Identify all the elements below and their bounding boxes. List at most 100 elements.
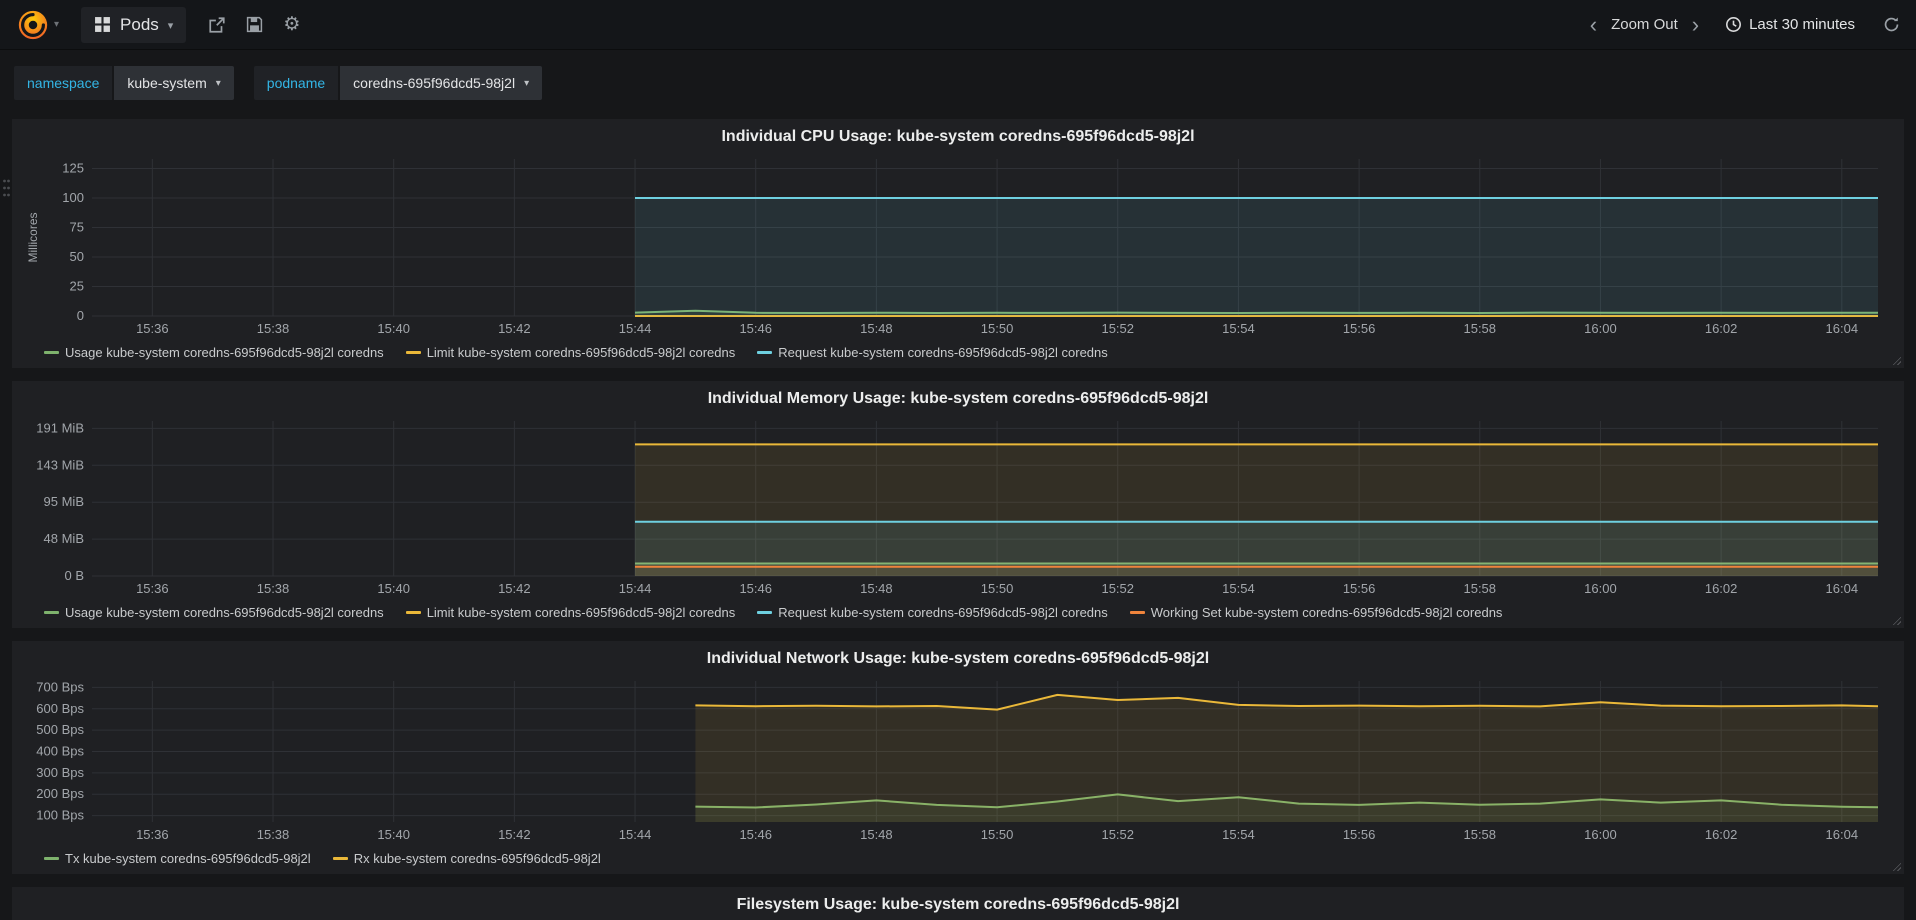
- dashboard-body: namespace kube-system ▾ podname coredns-…: [0, 50, 1916, 920]
- svg-text:15:48: 15:48: [860, 321, 893, 336]
- cpu-usage-chart[interactable]: 15:36 15:38 15:40 15:42 15:44 15:46 15:48 15:50…: [22, 151, 1894, 340]
- legend-item[interactable]: Limit kube-system coredns-695f96dcd5-98j…: [405, 604, 736, 620]
- svg-text:500 Bps: 500 Bps: [36, 722, 84, 737]
- drag-dots-icon: [3, 179, 10, 197]
- svg-text:15:58: 15:58: [1463, 581, 1496, 596]
- svg-text:15:56: 15:56: [1343, 581, 1376, 596]
- legend-series-label: Limit kube-system coredns-695f96dcd5-98j…: [426, 604, 736, 620]
- legend-item[interactable]: Request kube-system coredns-695f96dcd5-9…: [757, 345, 1108, 360]
- legend-series-label: Usage kube-system coredns-695f96dcd5-98j…: [65, 344, 384, 360]
- variable-namespace-value[interactable]: kube-system ▾: [114, 66, 234, 100]
- svg-text:15:38: 15:38: [257, 827, 290, 842]
- svg-text:16:00: 16:00: [1584, 581, 1617, 596]
- svg-text:15:50: 15:50: [981, 581, 1014, 596]
- legend-item[interactable]: Working Set kube-system coredns-695f96dc…: [1129, 605, 1502, 620]
- svg-text:15:42: 15:42: [498, 321, 531, 336]
- dashboard-title: Pods: [120, 14, 159, 34]
- chevron-down-icon: ▾: [524, 77, 530, 89]
- svg-text:143 MiB: 143 MiB: [36, 457, 84, 472]
- svg-text:15:48: 15:48: [860, 581, 893, 596]
- network-usage-chart[interactable]: 15:36 15:38 15:40 15:42 15:44 15:46 15:48 15:50…: [22, 673, 1894, 846]
- svg-text:400 Bps: 400 Bps: [36, 744, 84, 759]
- chevron-down-icon: ▾: [215, 77, 221, 89]
- legend-item[interactable]: Limit kube-system coredns-695f96dcd5-98j…: [405, 344, 736, 360]
- svg-text:0 B: 0 B: [64, 568, 84, 583]
- chart-svg: 15:36 15:38 15:40 15:42 15:44 15:46 15:48 15:50…: [26, 159, 1878, 336]
- svg-text:48 MiB: 48 MiB: [44, 531, 84, 546]
- legend-series-label: Limit kube-system coredns-695f96dcd5-98j…: [426, 344, 736, 360]
- svg-text:15:42: 15:42: [498, 827, 531, 842]
- save-button[interactable]: [246, 16, 263, 33]
- variable-podname-selected: coredns-695f96dcd5-98j2l: [353, 75, 516, 91]
- panel-title-memory[interactable]: Individual Memory Usage: kube-system cor…: [22, 387, 1894, 413]
- legend-series-label: Request kube-system coredns-695f96dcd5-9…: [778, 344, 1108, 360]
- chevron-right-icon[interactable]: ›: [1688, 13, 1703, 36]
- memory-usage-chart[interactable]: 15:36 15:38 15:40 15:42 15:44 15:46 15:48 15:50…: [22, 413, 1894, 600]
- svg-text:600 Bps: 600 Bps: [36, 701, 84, 716]
- panel-title-network[interactable]: Individual Network Usage: kube-system co…: [22, 647, 1894, 673]
- svg-text:15:52: 15:52: [1101, 321, 1134, 336]
- nav-actions: ⚙: [208, 15, 300, 34]
- legend-item[interactable]: Tx kube-system coredns-695f96dcd5-98j2l: [44, 851, 311, 866]
- variable-namespace-selected: kube-system: [127, 75, 207, 91]
- panel-drag-handle[interactable]: [2, 178, 11, 199]
- legend-series-color: [757, 610, 773, 614]
- dashboard-picker[interactable]: Pods ▾: [81, 6, 187, 43]
- variable-namespace-label: namespace: [14, 66, 113, 100]
- svg-text:15:54: 15:54: [1222, 827, 1255, 842]
- variable-podname-label: podname: [253, 66, 339, 100]
- template-variables-row: namespace kube-system ▾ podname coredns-…: [12, 50, 1904, 106]
- panel-title-filesystem[interactable]: Filesystem Usage: kube-system coredns-69…: [22, 893, 1894, 919]
- legend-item[interactable]: Usage kube-system coredns-695f96dcd5-98j…: [44, 605, 384, 620]
- legend-item[interactable]: Usage kube-system coredns-695f96dcd5-98j…: [44, 345, 384, 360]
- grafana-logo[interactable]: ▾: [16, 8, 59, 42]
- panel-cpu-usage: Individual CPU Usage: kube-system coredn…: [12, 119, 1904, 368]
- panel-filesystem-usage: Filesystem Usage: kube-system coredns-69…: [12, 887, 1904, 920]
- svg-text:15:50: 15:50: [981, 827, 1014, 842]
- clock-icon: [1726, 17, 1742, 32]
- legend-series-color: [405, 350, 421, 354]
- legend-item[interactable]: Request kube-system coredns-695f96dcd5-9…: [757, 605, 1108, 620]
- svg-text:16:00: 16:00: [1584, 827, 1617, 842]
- zoom-out-button[interactable]: Zoom Out: [1611, 16, 1678, 33]
- legend-series-color: [332, 856, 348, 860]
- nav-right: ‹ Zoom Out › Last 30 minutes: [1586, 13, 1900, 36]
- svg-text:15:52: 15:52: [1101, 581, 1134, 596]
- legend-series-color: [757, 350, 773, 354]
- share-icon: [209, 16, 225, 33]
- svg-text:16:04: 16:04: [1826, 827, 1859, 842]
- settings-button[interactable]: ⚙: [283, 15, 300, 34]
- legend-series-label: Request kube-system coredns-695f96dcd5-9…: [778, 604, 1108, 620]
- svg-text:16:02: 16:02: [1705, 321, 1738, 336]
- svg-text:15:40: 15:40: [377, 321, 410, 336]
- grafana-logo-icon: [18, 10, 48, 39]
- variable-podname-value[interactable]: coredns-695f96dcd5-98j2l ▾: [340, 66, 543, 100]
- svg-text:15:58: 15:58: [1463, 321, 1496, 336]
- svg-text:100 Bps: 100 Bps: [36, 808, 84, 823]
- chart-svg: 15:36 15:38 15:40 15:42 15:44 15:46 15:48 15:50…: [36, 679, 1879, 842]
- legend-series-color: [44, 856, 59, 860]
- svg-text:200 Bps: 200 Bps: [36, 786, 84, 801]
- legend-series-color: [1129, 610, 1145, 614]
- memory-usage-legend: Usage kube-system coredns-695f96dcd5-98j…: [22, 600, 1894, 624]
- svg-text:15:40: 15:40: [377, 827, 410, 842]
- legend-series-label: Tx kube-system coredns-695f96dcd5-98j2l: [65, 850, 311, 866]
- svg-text:16:02: 16:02: [1705, 827, 1738, 842]
- chevron-left-icon[interactable]: ‹: [1586, 13, 1601, 36]
- svg-text:300 Bps: 300 Bps: [36, 765, 84, 780]
- legend-item[interactable]: Rx kube-system coredns-695f96dcd5-98j2l: [332, 851, 601, 866]
- refresh-button[interactable]: [1883, 16, 1900, 33]
- save-icon: [247, 16, 263, 33]
- legend-series-color: [405, 610, 421, 614]
- panel-title-cpu[interactable]: Individual CPU Usage: kube-system coredn…: [22, 125, 1894, 151]
- share-button[interactable]: [208, 16, 226, 34]
- time-range-picker[interactable]: Last 30 minutes: [1725, 16, 1855, 33]
- svg-text:15:54: 15:54: [1222, 321, 1255, 336]
- navbar: ▾ Pods ▾ ⚙ ‹ Zoom Out › Last 30 minutes: [0, 0, 1916, 50]
- svg-text:15:36: 15:36: [136, 581, 169, 596]
- svg-text:191 MiB: 191 MiB: [36, 420, 84, 435]
- time-range-label: Last 30 minutes: [1749, 16, 1855, 33]
- svg-text:15:46: 15:46: [739, 581, 772, 596]
- svg-text:15:38: 15:38: [257, 321, 290, 336]
- svg-text:25: 25: [70, 278, 84, 293]
